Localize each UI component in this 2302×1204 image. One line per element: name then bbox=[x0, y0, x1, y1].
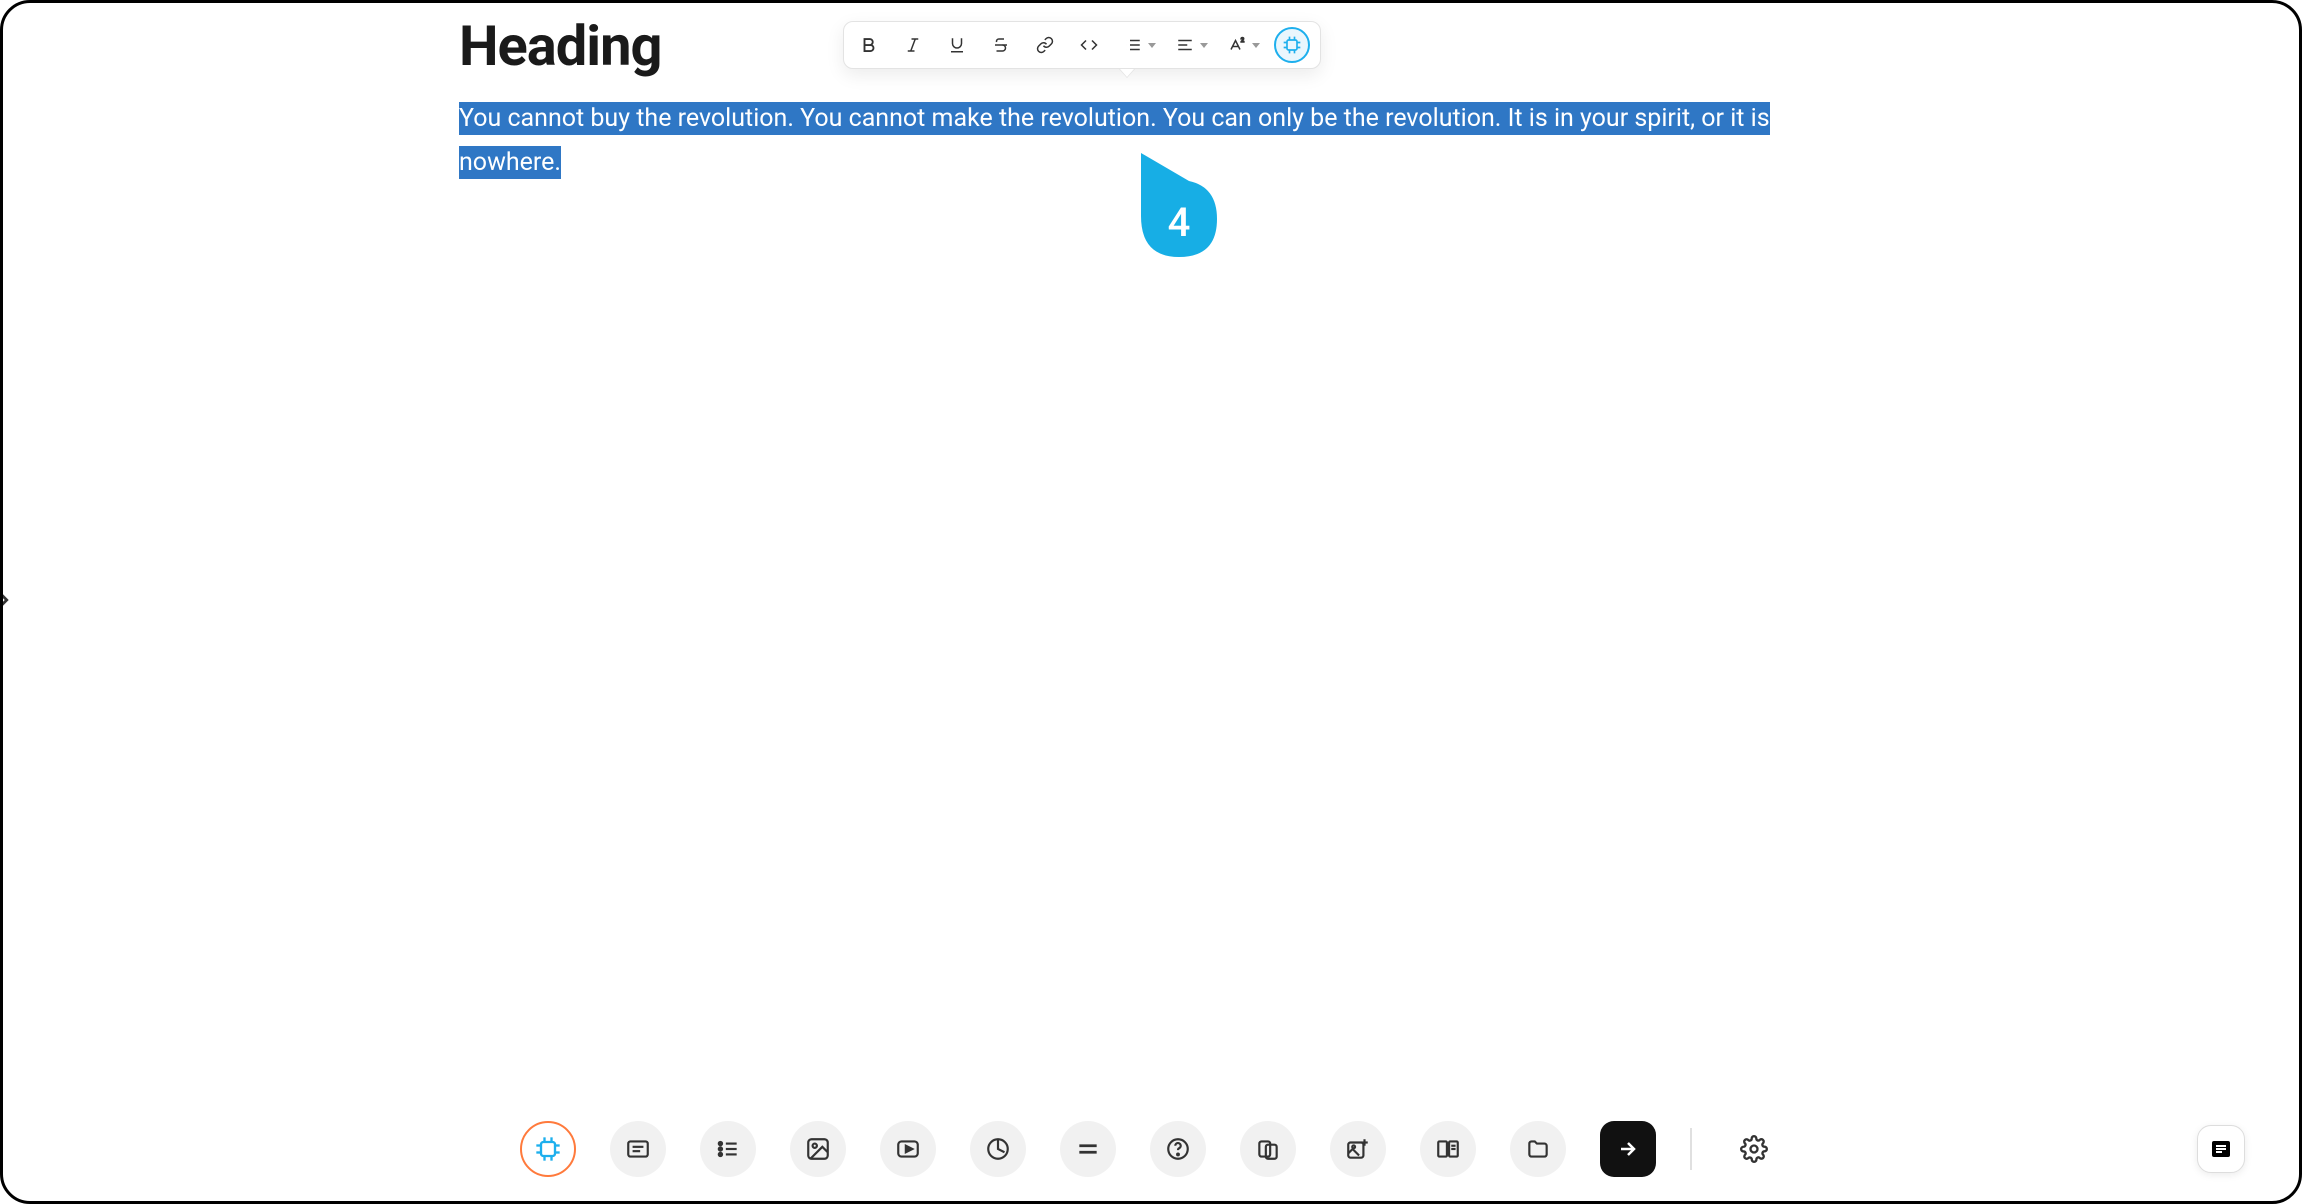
outline-toggle-button[interactable] bbox=[2197, 1125, 2245, 1173]
bold-icon[interactable] bbox=[854, 30, 884, 60]
code-icon[interactable] bbox=[1074, 30, 1104, 60]
card-flip-icon[interactable] bbox=[1240, 1121, 1296, 1177]
toolbar-pointer bbox=[1119, 69, 1135, 78]
align-icon bbox=[1170, 30, 1200, 60]
folder-icon[interactable] bbox=[1510, 1121, 1566, 1177]
image-icon[interactable] bbox=[790, 1121, 846, 1177]
image-plus-icon[interactable] bbox=[1330, 1121, 1386, 1177]
list-icon bbox=[1118, 30, 1148, 60]
svg-text:2: 2 bbox=[1241, 37, 1245, 44]
toolbar-divider bbox=[1690, 1128, 1692, 1170]
chevron-down-icon bbox=[1200, 43, 1208, 48]
list-block-icon[interactable] bbox=[700, 1121, 756, 1177]
cursor-step-number: 4 bbox=[1168, 199, 1191, 246]
link-icon[interactable] bbox=[1030, 30, 1060, 60]
underline-icon[interactable] bbox=[942, 30, 972, 60]
page-title[interactable]: Heading bbox=[459, 13, 2299, 79]
superscript-icon: 2 bbox=[1222, 30, 1252, 60]
chevron-down-icon bbox=[1148, 43, 1156, 48]
align-dropdown[interactable] bbox=[1170, 30, 1208, 60]
selected-paragraph[interactable]: You cannot buy the revolution. You canno… bbox=[459, 102, 1770, 179]
video-icon[interactable] bbox=[880, 1121, 936, 1177]
italic-icon[interactable] bbox=[898, 30, 928, 60]
text-block-icon[interactable] bbox=[610, 1121, 666, 1177]
ai-chip-icon[interactable] bbox=[520, 1121, 576, 1177]
superscript-dropdown[interactable]: 2 bbox=[1222, 30, 1260, 60]
question-icon[interactable] bbox=[1150, 1121, 1206, 1177]
formatting-toolbar: 2 bbox=[843, 21, 1321, 69]
strikethrough-icon[interactable] bbox=[986, 30, 1016, 60]
chart-icon[interactable] bbox=[970, 1121, 1026, 1177]
submit-icon[interactable] bbox=[1600, 1121, 1656, 1177]
columns-icon[interactable] bbox=[1420, 1121, 1476, 1177]
expand-sidebar-button[interactable] bbox=[0, 589, 15, 615]
chevron-down-icon bbox=[1252, 43, 1260, 48]
ai-assist-button[interactable] bbox=[1274, 27, 1310, 63]
divider-icon[interactable] bbox=[1060, 1121, 1116, 1177]
list-dropdown[interactable] bbox=[1118, 30, 1156, 60]
gear-icon[interactable] bbox=[1726, 1121, 1782, 1177]
step-cursor-marker: 4 bbox=[1139, 151, 1219, 261]
bottom-insert-bar bbox=[3, 1121, 2299, 1177]
